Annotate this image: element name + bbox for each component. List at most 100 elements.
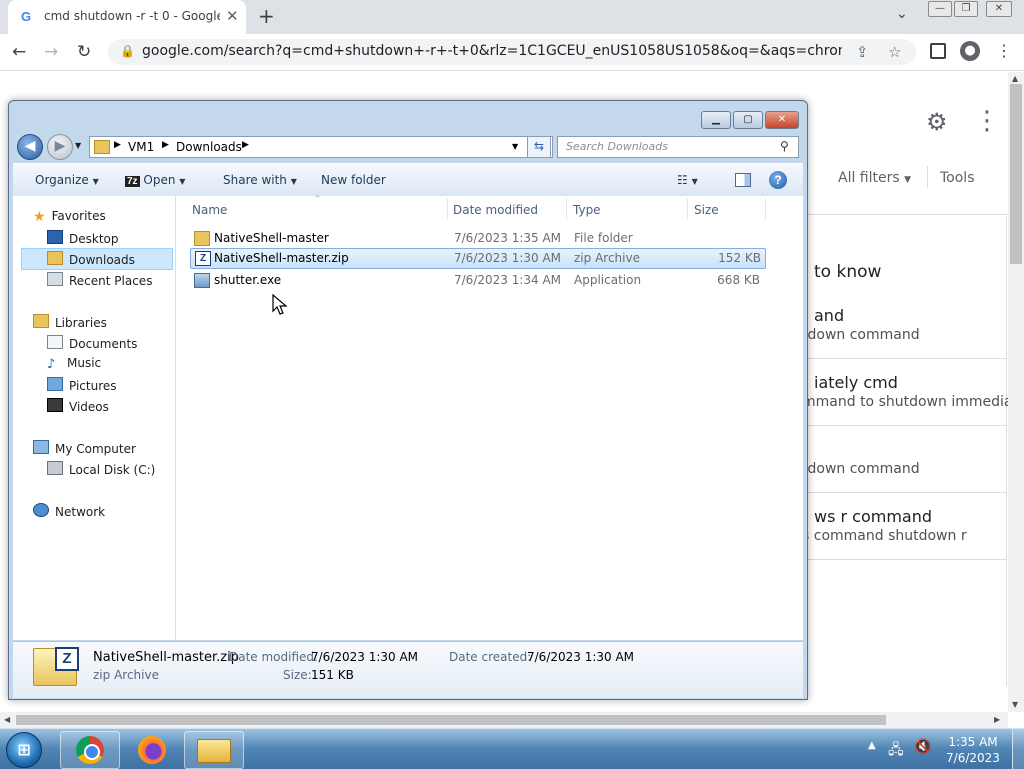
- organize-label: Organize: [35, 173, 89, 187]
- computer-icon: [33, 440, 49, 454]
- search-input[interactable]: Search Downloads ⚲: [557, 136, 799, 158]
- help-icon[interactable]: ?: [769, 171, 787, 189]
- maximize-button[interactable]: ▢: [733, 111, 763, 129]
- table-row-selected[interactable]: Z NativeShell-master.zip 7/6/2023 1:30 A…: [190, 248, 766, 269]
- show-desktop-button[interactable]: [1012, 729, 1024, 769]
- show-hidden-icons-icon[interactable]: ▲: [868, 740, 876, 751]
- column-separator[interactable]: [765, 198, 766, 220]
- sidebar-item-favorites[interactable]: ★ Favorites: [33, 209, 106, 225]
- sidebar-item-videos[interactable]: Videos: [47, 398, 109, 414]
- question-heading[interactable]: ws r command: [814, 507, 932, 526]
- new-folder-button[interactable]: New folder: [321, 173, 386, 187]
- taskbar: ⊞ ▲ 🖧 🔇 1:35 AM 7/6/2023: [0, 728, 1024, 769]
- horizontal-scrollbar[interactable]: ◀ ▶: [0, 712, 1008, 728]
- sidebar-item-music[interactable]: ♪ Music: [47, 356, 101, 372]
- people-also-ask-heading: to know: [814, 262, 882, 282]
- volume-muted-icon[interactable]: 🔇: [914, 739, 931, 755]
- sidebar-item-libraries[interactable]: Libraries: [33, 314, 107, 330]
- 7zip-icon: 7z: [125, 176, 140, 187]
- scroll-up-icon[interactable]: ▲: [1012, 74, 1018, 83]
- clock[interactable]: 1:35 AM 7/6/2023: [940, 734, 1006, 766]
- minimize-window-button[interactable]: —: [928, 1, 952, 17]
- sidebar-item-desktop[interactable]: Desktop: [47, 230, 119, 246]
- profile-avatar-icon[interactable]: ●: [960, 41, 980, 61]
- table-row[interactable]: NativeShell-master 7/6/2023 1:35 AM File…: [190, 228, 766, 247]
- sidebar-item-my-computer[interactable]: My Computer: [33, 440, 136, 456]
- clock-date: 7/6/2023: [946, 751, 1000, 765]
- network-tray-icon[interactable]: 🖧: [888, 739, 904, 763]
- back-arrow-icon[interactable]: ←: [12, 42, 26, 62]
- breadcrumb-separator-icon[interactable]: ▶: [162, 140, 169, 150]
- forward-arrow-icon[interactable]: →: [44, 42, 58, 62]
- sidebar-item-label: Documents: [69, 337, 138, 351]
- start-button[interactable]: ⊞: [6, 732, 42, 768]
- search-icon[interactable]: ⚲: [780, 139, 789, 153]
- reload-icon[interactable]: ↻: [77, 42, 91, 62]
- new-tab-icon[interactable]: +: [258, 4, 275, 28]
- column-header-date-modified[interactable]: Date modified: [453, 203, 538, 217]
- close-window-button[interactable]: ✕: [986, 1, 1012, 17]
- address-bar[interactable]: 🔒 google.com/search?q=cmd+shutdown+-r+-t…: [108, 39, 916, 65]
- close-button[interactable]: ✕: [765, 111, 799, 129]
- sidebar-item-label: Local Disk (C:): [69, 463, 156, 477]
- taskbar-firefox-button[interactable]: [122, 731, 182, 769]
- scroll-left-icon[interactable]: ◀: [4, 715, 10, 724]
- minimize-button[interactable]: ▁: [701, 111, 731, 129]
- taskbar-explorer-button[interactable]: [184, 731, 244, 769]
- forward-button[interactable]: ▶: [47, 134, 73, 160]
- open-button[interactable]: 7z Open ▼: [125, 173, 185, 187]
- lock-icon[interactable]: 🔒: [120, 44, 135, 58]
- chrome-menu-icon[interactable]: ⋮: [996, 41, 1012, 60]
- tools-button[interactable]: Tools: [940, 170, 975, 186]
- share-with-button[interactable]: Share with ▼: [223, 173, 297, 187]
- question-snippet: tdown command: [802, 461, 920, 477]
- url-text[interactable]: google.com/search?q=cmd+shutdown+-r+-t+0…: [142, 43, 842, 59]
- vertical-scrollbar[interactable]: ▲ ▼: [1008, 72, 1024, 712]
- sidebar-item-label: Downloads: [69, 253, 135, 267]
- organize-button[interactable]: Organize ▼: [35, 173, 99, 187]
- column-header-type[interactable]: Type: [573, 203, 601, 217]
- side-panel-icon[interactable]: [930, 43, 946, 59]
- breadcrumb-separator-icon[interactable]: ▶: [242, 140, 249, 150]
- file-size: 152 KB: [718, 251, 761, 265]
- column-header-name[interactable]: Name: [192, 203, 227, 217]
- tab-search-chevron-icon[interactable]: ⌄: [896, 6, 908, 22]
- preview-pane-icon[interactable]: [735, 173, 751, 187]
- settings-gear-icon[interactable]: ⚙: [926, 108, 948, 136]
- scrollbar-thumb[interactable]: [16, 715, 886, 725]
- scroll-right-icon[interactable]: ▶: [994, 715, 1000, 724]
- explorer-address-bar[interactable]: ▶ VM1 ▶ Downloads ▶ ▼: [89, 136, 553, 158]
- sidebar-item-recent-places[interactable]: Recent Places: [47, 272, 152, 288]
- view-options-button[interactable]: ☷ ▼: [677, 173, 698, 187]
- bookmark-star-icon[interactable]: ☆: [888, 43, 901, 61]
- recent-pages-dropdown-icon[interactable]: ▼: [75, 141, 81, 150]
- column-separator[interactable]: [447, 198, 448, 220]
- network-icon: [33, 503, 49, 517]
- sidebar-item-downloads-label-row[interactable]: Downloads: [47, 251, 135, 267]
- sidebar-item-label: Libraries: [55, 316, 107, 330]
- question-heading[interactable]: iately cmd: [814, 373, 898, 392]
- column-separator[interactable]: [687, 198, 688, 220]
- taskbar-chrome-button[interactable]: [60, 731, 120, 769]
- sidebar-item-network[interactable]: Network: [33, 503, 105, 519]
- question-heading[interactable]: and: [814, 306, 844, 325]
- share-icon[interactable]: ⇪: [856, 43, 869, 61]
- address-history-dropdown-icon[interactable]: ▼: [512, 142, 518, 151]
- sidebar-item-documents[interactable]: Documents: [47, 335, 137, 351]
- browser-tab[interactable]: G cmd shutdown -r -t 0 - Google S ✕: [8, 0, 246, 34]
- all-filters-button[interactable]: All filters ▼: [838, 170, 911, 186]
- sidebar-item-local-disk[interactable]: Local Disk (C:): [47, 461, 155, 477]
- table-row[interactable]: shutter.exe 7/6/2023 1:34 AM Application…: [190, 270, 766, 289]
- column-separator[interactable]: [566, 198, 567, 220]
- column-header-size[interactable]: Size: [694, 203, 719, 217]
- breadcrumb-downloads[interactable]: Downloads: [176, 140, 242, 154]
- breadcrumb-vm1[interactable]: VM1: [128, 140, 154, 154]
- refresh-button[interactable]: ⇆: [527, 136, 551, 158]
- scroll-down-icon[interactable]: ▼: [1012, 700, 1018, 709]
- restore-window-button[interactable]: ❐: [954, 1, 978, 17]
- back-button[interactable]: ◀: [17, 134, 43, 160]
- scrollbar-thumb[interactable]: [1010, 84, 1022, 264]
- close-tab-icon[interactable]: ✕: [226, 7, 239, 25]
- breadcrumb-separator-icon[interactable]: ▶: [114, 140, 121, 150]
- sidebar-item-pictures[interactable]: Pictures: [47, 377, 117, 393]
